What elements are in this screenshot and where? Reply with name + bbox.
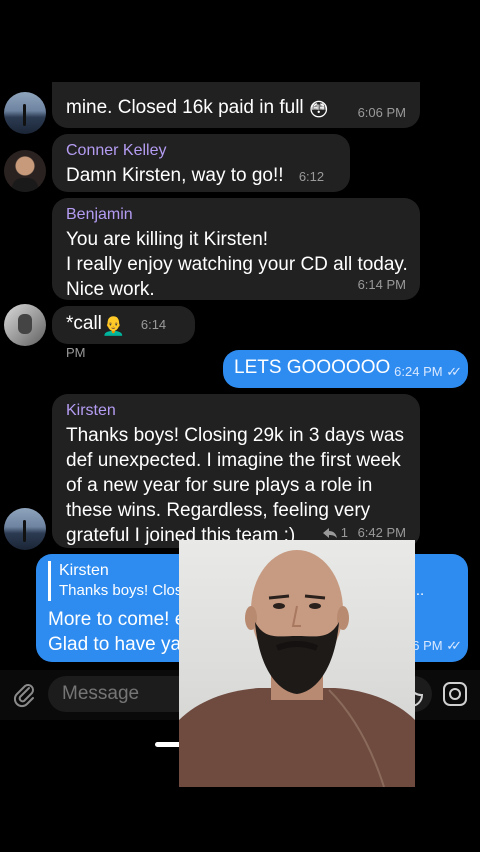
bald-man-emoji-icon: 👨‍🦲	[101, 316, 126, 337]
message-text: *call👨‍🦲 6:14 PM	[66, 311, 183, 365]
message-time-text: 6:24 PM	[394, 364, 443, 379]
reply-arrow-icon[interactable]: 1	[323, 525, 351, 540]
message-line: of a new year for sure plays a role in	[66, 475, 373, 496]
message-time: 6:14 PM	[357, 277, 406, 292]
sender-name[interactable]: Benjamin	[66, 205, 408, 225]
reply-count: 1	[340, 525, 348, 540]
message-bubble[interactable]: *call👨‍🦲 6:14 PM	[52, 306, 195, 360]
sender-name[interactable]: Conner Kelley	[66, 141, 338, 161]
avatar[interactable]	[4, 508, 46, 550]
message-bubble[interactable]: Benjamin You are killing it Kirsten! I r…	[52, 198, 420, 300]
camera-icon[interactable]	[441, 680, 469, 708]
message-time: 6:24 PM ✓✓	[394, 364, 462, 380]
read-checkmarks-icon: ✓✓	[446, 364, 462, 379]
flushed-emoji-icon: 😳	[308, 100, 329, 121]
message-line: these wins. Regardless, feeling very	[66, 500, 371, 521]
avatar[interactable]	[4, 304, 46, 346]
message-bubble[interactable]: Conner Kelley Damn Kirsten, way to go!! …	[52, 134, 350, 210]
message-text-content: Damn Kirsten, way to go!!	[66, 165, 284, 186]
message-meta: 1 6:42 PM	[323, 525, 406, 540]
message-line: I really enjoy watching your CD all toda…	[66, 254, 408, 275]
person-video-overlay	[179, 540, 415, 787]
paperclip-icon[interactable]	[10, 680, 38, 708]
message-bubble[interactable]: mine. Closed 16k paid in full 😳 6:06 PM	[52, 82, 420, 128]
message-line: You are killing it Kirsten!	[66, 229, 269, 250]
sender-name[interactable]: Kirsten	[66, 401, 408, 421]
message-bubble[interactable]: Kirsten Thanks boys! Closing 29k in 3 da…	[52, 394, 420, 548]
message-line: Thanks boys! Closing 29k in 3 days was	[66, 425, 404, 446]
avatar[interactable]	[4, 150, 46, 192]
message-time-text: 6:42 PM	[357, 525, 406, 540]
avatar[interactable]	[4, 92, 46, 134]
message-bubble-outgoing[interactable]: LETS GOOOOOO 6:24 PM ✓✓	[223, 350, 468, 388]
message-time: 6:06 PM	[357, 105, 406, 120]
message-text-content: *call	[66, 313, 102, 334]
message-text-content: LETS GOOOOOO	[234, 357, 391, 378]
message-text-content: mine. Closed 16k paid in full	[66, 97, 304, 118]
read-checkmarks-icon: ✓✓	[446, 638, 462, 653]
message-line: def unexpected. I imagine the first week	[66, 450, 401, 471]
